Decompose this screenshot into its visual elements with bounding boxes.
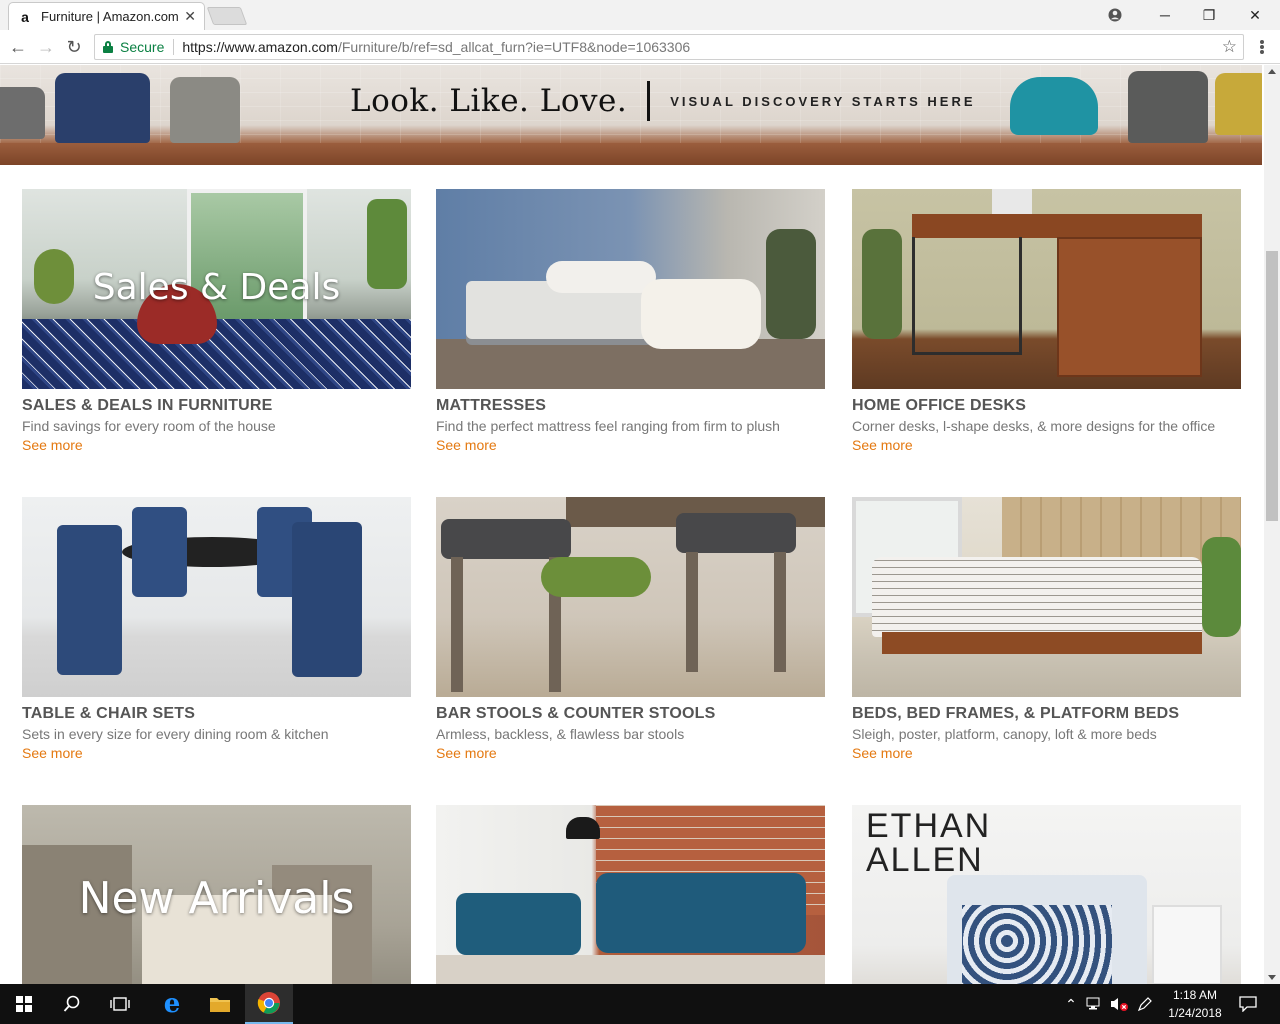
blue-armchair-image (456, 893, 581, 955)
see-more-link[interactable]: See more (22, 437, 83, 453)
amazon-favicon-icon: a (21, 8, 29, 25)
browser-toolbar: ← → ↻ Secure https://www.amazon.com/Furn… (0, 30, 1280, 64)
clock-date: 1/24/2018 (1168, 1006, 1222, 1020)
blue-sofa-image (596, 873, 806, 953)
sales-deals-image[interactable]: Sales & Deals (22, 189, 411, 389)
bookmark-star-icon[interactable]: ☆ (1222, 37, 1237, 57)
charcoal-chair-image (1128, 71, 1208, 143)
back-icon[interactable]: ← (6, 35, 30, 59)
tray-chevron-icon[interactable]: ⌃ (1062, 984, 1080, 1024)
armchair-gray-image (0, 87, 45, 139)
desk-top-image (912, 214, 1202, 238)
clock-time: 1:18 AM (1172, 988, 1218, 1002)
windows-start-icon[interactable] (0, 984, 48, 1024)
action-center-icon[interactable] (1236, 984, 1260, 1024)
browser-tab[interactable]: a Furniture | Amazon.com ✕ (8, 2, 205, 30)
furniture-banner[interactable]: Look. Like. Love. VISUAL DISCOVERY START… (0, 65, 1262, 165)
card-beds[interactable]: BEDS, BED FRAMES, & PLATFORM BEDS Sleigh… (852, 497, 1241, 763)
ethan-allen-image[interactable]: ETHAN ALLEN (852, 805, 1241, 984)
mattresses-image[interactable] (436, 189, 825, 389)
scrollbar-thumb[interactable] (1266, 251, 1278, 521)
desk-drawers-image (1057, 237, 1202, 377)
ethan-allen-logo: ETHAN ALLEN (866, 807, 992, 879)
beds-image[interactable] (852, 497, 1241, 697)
see-more-link[interactable]: See more (852, 437, 913, 453)
tab-close-icon[interactable]: ✕ (184, 8, 196, 25)
new-tab-button[interactable] (206, 7, 248, 25)
new-arrivals-image[interactable]: New Arrivals (22, 805, 411, 984)
card-overlay-text: New Arrivals (78, 873, 355, 924)
card-description: Sets in every size for every dining room… (22, 726, 329, 742)
card-new-arrivals[interactable]: New Arrivals (22, 805, 411, 984)
volume-muted-icon[interactable] (1108, 984, 1130, 1024)
card-description: Armless, backless, & flawless bar stools (436, 726, 685, 742)
platform-bed-frame-image (882, 632, 1202, 654)
striped-bedding-image (872, 557, 1202, 637)
card-sales-deals[interactable]: Sales & Deals SALES & DEALS IN FURNITURE… (22, 189, 411, 455)
card-description: Find savings for every room of the house (22, 418, 276, 434)
see-more-link[interactable]: See more (436, 437, 497, 453)
card-title[interactable]: BAR STOOLS & COUNTER STOOLS (436, 705, 825, 723)
card-title[interactable]: TABLE & CHAIR SETS (22, 705, 411, 723)
rug-image (22, 319, 411, 389)
living-room-image[interactable] (436, 805, 825, 984)
card-description: Sleigh, poster, platform, canopy, loft &… (852, 726, 1157, 742)
address-bar[interactable]: Secure https://www.amazon.com/Furniture/… (94, 34, 1244, 60)
bar-stools-image[interactable] (436, 497, 825, 697)
scroll-down-icon[interactable] (1268, 975, 1276, 980)
card-title[interactable]: MATTRESSES (436, 397, 825, 415)
tufted-chair-image (170, 77, 240, 143)
card-ethan-allen[interactable]: ETHAN ALLEN (852, 805, 1241, 984)
card-title[interactable]: BEDS, BED FRAMES, & PLATFORM BEDS (852, 705, 1241, 723)
card-home-office-desks[interactable]: HOME OFFICE DESKS Corner desks, l-shape … (852, 189, 1241, 455)
yellow-chair-image (1215, 73, 1262, 135)
card-living-room[interactable] (436, 805, 825, 984)
teal-chair-image (1010, 77, 1098, 135)
secure-label: Secure (120, 39, 175, 55)
stool-seat-image (441, 519, 571, 559)
see-more-link[interactable]: See more (436, 745, 497, 761)
armchair-navy-image (55, 73, 150, 143)
browser-titlebar: a Furniture | Amazon.com ✕ ─ ❐ ✕ (0, 0, 1280, 30)
see-more-link[interactable]: See more (852, 745, 913, 761)
card-bar-stools[interactable]: BAR STOOLS & COUNTER STOOLS Armless, bac… (436, 497, 825, 763)
window-close-icon[interactable]: ✕ (1232, 0, 1278, 30)
system-clock[interactable]: 1:18 AM 1/24/2018 (1158, 986, 1232, 1022)
minimize-icon[interactable]: ─ (1142, 0, 1188, 30)
url-host: https://www.amazon.com (182, 39, 338, 55)
see-more-link[interactable]: See more (22, 745, 83, 761)
forward-icon[interactable]: → (34, 35, 58, 59)
page-viewport: Look. Like. Love. VISUAL DISCOVERY START… (0, 65, 1264, 984)
card-overlay-text: Sales & Deals (92, 267, 341, 308)
task-view-icon[interactable] (96, 984, 144, 1024)
table-chair-sets-image[interactable] (22, 497, 411, 697)
card-table-chair-sets[interactable]: TABLE & CHAIR SETS Sets in every size fo… (22, 497, 411, 763)
card-description: Corner desks, l-shape desks, & more desi… (852, 418, 1216, 434)
search-icon[interactable] (48, 984, 96, 1024)
file-explorer-icon[interactable] (196, 984, 244, 1024)
home-office-desks-image[interactable] (852, 189, 1241, 389)
restore-icon[interactable]: ❐ (1186, 0, 1232, 30)
blue-chair-image (57, 525, 122, 675)
tab-title: Furniture | Amazon.com (41, 9, 179, 24)
card-mattresses[interactable]: MATTRESSES Find the perfect mattress fee… (436, 189, 825, 455)
profile-icon[interactable] (1092, 0, 1138, 30)
banner-headline: Look. Like. Love. (350, 83, 628, 119)
chrome-menu-icon[interactable] (1252, 36, 1272, 58)
lock-icon (103, 41, 113, 53)
banner-divider (647, 81, 651, 121)
network-icon[interactable] (1084, 984, 1106, 1024)
banner-tagline: VISUAL DISCOVERY STARTS HERE (670, 93, 976, 109)
card-description: Find the perfect mattress feel ranging f… (436, 418, 780, 434)
windows-taskbar: e ⌃ 1:18 AM 1/24/2018 (0, 984, 1280, 1024)
pen-ink-icon[interactable] (1134, 984, 1156, 1024)
chrome-taskbar-icon[interactable] (245, 984, 293, 1024)
internet-explorer-icon[interactable]: e (148, 984, 196, 1024)
scroll-up-icon[interactable] (1268, 69, 1276, 74)
card-title[interactable]: SALES & DEALS IN FURNITURE (22, 397, 411, 415)
page-scrollbar[interactable] (1264, 65, 1280, 984)
card-title[interactable]: HOME OFFICE DESKS (852, 397, 1241, 415)
reload-icon[interactable]: ↻ (62, 35, 86, 59)
url-path: /Furniture/b/ref=sd_allcat_furn?ie=UTF8&… (337, 39, 691, 55)
